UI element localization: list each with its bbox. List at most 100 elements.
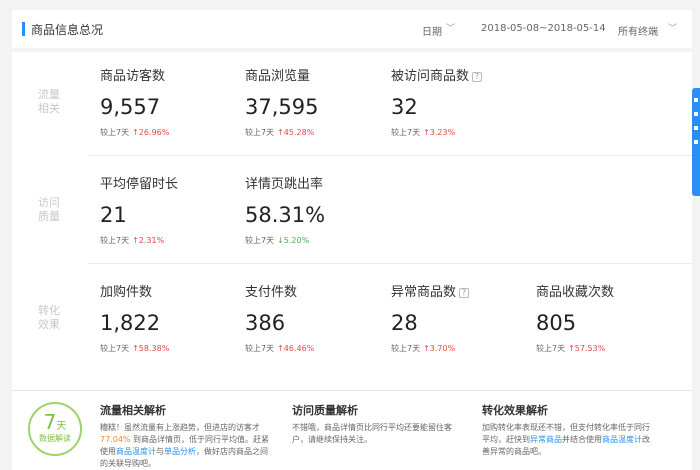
metric-paid-items: 支付件数 386 较上7天 ↑46.46%	[245, 284, 385, 354]
metric-compare: 较上7天 ↑58.38%	[100, 343, 240, 354]
terminal-selector[interactable]: 所有终端	[618, 23, 658, 38]
help-icon[interactable]: ?	[472, 72, 483, 82]
tab-dot-icon	[694, 140, 698, 144]
tab-dot-icon	[694, 112, 698, 116]
metric-compare: 较上7天 ↑26.96%	[100, 127, 240, 138]
compare-label: 较上7天	[100, 128, 130, 137]
metric-value: 21	[100, 203, 127, 227]
metric-visitors: 商品访客数 9,557 较上7天 ↑26.96%	[100, 68, 240, 138]
metric-avg-stay: 平均停留时长 21 较上7天 ↑2.31%	[100, 176, 240, 246]
row-divider	[88, 263, 692, 264]
overview-header: 商品信息总况 日期 ﹀ 2018-05-08~2018-05-14 所有终端 ﹀	[12, 10, 692, 48]
change-value: 46.46%	[283, 344, 315, 353]
change-value: 3.23%	[429, 128, 456, 137]
metric-cart-items: 加购件数 1,822 较上7天 ↑58.38%	[100, 284, 240, 354]
page-title: 商品信息总况	[31, 23, 104, 37]
metric-name: 异常商品数?	[391, 284, 531, 302]
arrow-up-icon: ↑	[568, 344, 575, 353]
arrow-up-icon: ↑	[132, 236, 139, 245]
change-value: 3.70%	[429, 344, 456, 353]
seven-day-badge: 7天 数据解读	[28, 402, 82, 456]
help-icon[interactable]: ?	[459, 288, 470, 298]
analysis-title: 转化效果解析	[482, 404, 548, 417]
analysis-text: 糟糕！虽然流量有上涨趋势，但进店的访客才 77.04% 到商品详情页，低于同行平…	[100, 422, 270, 470]
metric-pageviews: 商品浏览量 37,595 较上7天 ↑45.28%	[245, 68, 385, 138]
metric-name: 商品收藏次数	[536, 285, 615, 300]
metric-name: 商品浏览量	[245, 69, 311, 84]
analysis-title: 访问质量解析	[292, 404, 358, 417]
change-value: 57.53%	[574, 344, 606, 353]
link-product-thermometer[interactable]: 商品温度计	[116, 447, 156, 456]
metric-name-text: 被访问商品数	[391, 69, 470, 84]
date-selector[interactable]: 日期	[422, 23, 442, 38]
metric-compare: 较上7天 ↑3.70%	[391, 343, 531, 354]
compare-label: 较上7天	[245, 236, 275, 245]
traffic-analysis: 流量相关解析 糟糕！虽然流量有上涨趋势，但进店的访客才 77.04% 到商品详情…	[100, 402, 270, 470]
tab-dot-icon	[694, 126, 698, 130]
metric-name: 支付件数	[245, 285, 298, 300]
data-interpretation: 7天 数据解读 流量相关解析 糟糕！虽然流量有上涨趋势，但进店的访客才 77.0…	[12, 390, 692, 470]
analysis-title: 流量相关解析	[100, 404, 166, 417]
text-segment: 与	[156, 447, 164, 456]
metric-name: 被访问商品数?	[391, 68, 531, 86]
highlight-value: 77.04%	[100, 435, 131, 444]
metric-value: 58.31%	[245, 203, 326, 227]
change-value: 2.31%	[138, 236, 165, 245]
metric-visited-items: 被访问商品数? 32 较上7天 ↑3.23%	[391, 68, 531, 138]
badge-unit: 天	[56, 421, 67, 432]
section-label-traffic: 流量相关	[38, 88, 60, 115]
arrow-up-icon: ↑	[423, 128, 430, 137]
arrow-up-icon: ↑	[132, 128, 139, 137]
date-range-text: 2018-05-08~2018-05-14	[481, 23, 606, 34]
visit-quality-analysis: 访问质量解析 不错哦，商品详情页比同行平均还要能留住客户，请继续保持关注。	[292, 402, 462, 446]
compare-label: 较上7天	[245, 344, 275, 353]
compare-label: 较上7天	[100, 236, 130, 245]
analysis-text: 加购转化率表现还不错，但支付转化率低于同行平均，赶快到异常商品并结合使用商品温度…	[482, 422, 652, 458]
compare-label: 较上7天	[391, 344, 421, 353]
metric-compare: 较上7天 ↓5.20%	[245, 235, 385, 246]
arrow-up-icon: ↑	[423, 344, 430, 353]
change-value: 58.38%	[138, 344, 170, 353]
text-segment: 糟糕！虽然流量有上涨趋势，但进店的访客才	[100, 423, 260, 432]
metric-value: 28	[391, 311, 418, 335]
metric-name: 详情页跳出率	[245, 177, 324, 192]
metric-value: 386	[245, 311, 286, 335]
change-value: 45.28%	[283, 128, 315, 137]
metric-abnormal-items: 异常商品数? 28 较上7天 ↑3.70%	[391, 284, 531, 354]
arrow-up-icon: ↑	[277, 128, 284, 137]
metric-value: 9,557	[100, 95, 161, 119]
link-product-thermometer[interactable]: 商品温度计	[602, 435, 642, 444]
tab-dot-icon	[694, 98, 698, 102]
metric-compare: 较上7天 ↑3.23%	[391, 127, 531, 138]
change-value: 26.96%	[138, 128, 170, 137]
chevron-down-icon[interactable]: ﹀	[668, 21, 677, 34]
section-label-visit-quality: 访问质量	[38, 196, 60, 223]
metric-name: 加购件数	[100, 285, 153, 300]
metric-value: 37,595	[245, 95, 319, 119]
page: 商品信息总况 日期 ﹀ 2018-05-08~2018-05-14 所有终端 ﹀…	[0, 0, 700, 470]
compare-label: 较上7天	[536, 344, 566, 353]
compare-label: 较上7天	[245, 128, 275, 137]
text-segment: 并结合使用	[562, 435, 602, 444]
metric-favorites: 商品收藏次数 805 较上7天 ↑57.53%	[536, 284, 676, 354]
arrow-up-icon: ↑	[132, 344, 139, 353]
metrics-card: 流量相关 访问质量 转化效果 商品访客数 9,557 较上7天 ↑26.96% 商…	[12, 52, 692, 470]
link-abnormal-items[interactable]: 异常商品	[530, 435, 562, 444]
metric-value: 32	[391, 95, 418, 119]
metric-value: 1,822	[100, 311, 161, 335]
section-label-conversion: 转化效果	[38, 304, 60, 331]
chevron-down-icon[interactable]: ﹀	[446, 21, 455, 34]
link-single-item-analysis[interactable]: 单品分析	[164, 447, 196, 456]
metric-value: 805	[536, 311, 577, 335]
metric-bounce-rate: 详情页跳出率 58.31% 较上7天 ↓5.20%	[245, 176, 385, 246]
row-divider	[88, 155, 692, 156]
metric-compare: 较上7天 ↑45.28%	[245, 127, 385, 138]
metric-name-text: 异常商品数	[391, 285, 457, 300]
compare-label: 较上7天	[391, 128, 421, 137]
metric-name: 平均停留时长	[100, 177, 179, 192]
side-float-tab[interactable]	[692, 88, 700, 196]
badge-text: 数据解读	[39, 434, 71, 443]
title-accent-bar	[22, 22, 25, 36]
divider	[12, 390, 692, 391]
badge-number: 7	[43, 410, 57, 434]
